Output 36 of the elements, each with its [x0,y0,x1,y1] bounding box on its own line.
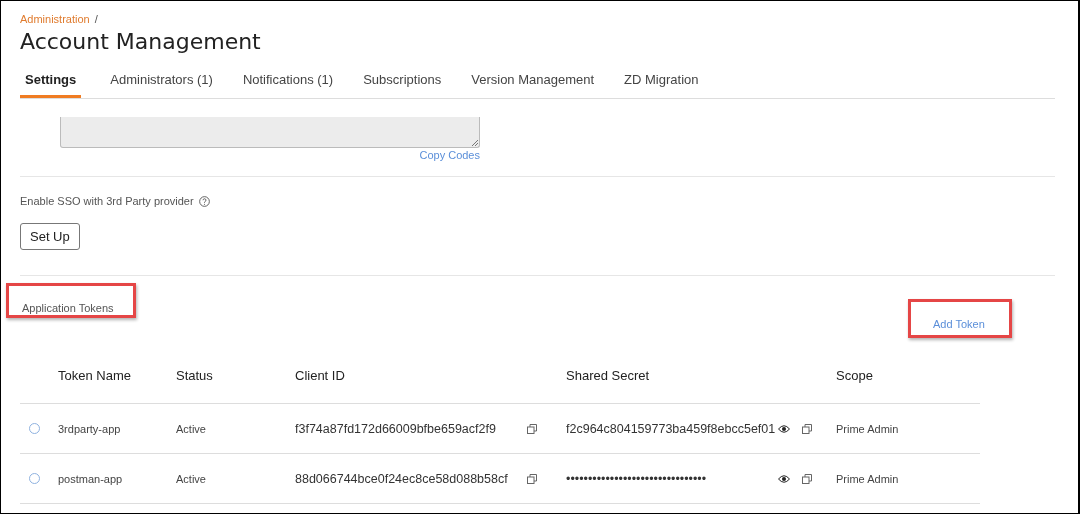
table-cell-text: 88d066744bce0f24ec8ce58d088b58cf [295,471,509,486]
tab[interactable]: Administrators (1) [109,69,214,98]
copy-icon[interactable] [527,423,537,434]
column-header: Client ID [295,368,346,383]
eye-icon[interactable] [778,474,790,483]
table-cell-text: Prime Admin [836,472,900,485]
copy-icon[interactable] [527,473,537,484]
column-header: Status [176,368,214,383]
tab[interactable]: Settings [20,69,82,98]
table-cell-text: postman-app [58,472,124,485]
table-cell-text: •••••••••••••••••••••••••••••••• [566,471,708,486]
column-header: Scope [836,368,874,383]
table-cell-text: Active [176,422,207,435]
column-header: Shared Secret [566,368,651,383]
help-icon[interactable] [198,195,210,207]
sso-label: Enable SSO with 3rd Party provider [20,195,194,207]
tab[interactable]: ZD Migration [623,69,700,98]
copy-icon[interactable] [802,423,812,434]
eye-icon[interactable] [778,424,790,433]
table-cell-text: f2c964c804159773ba459f8ebcc5ef01 [566,421,777,436]
breadcrumb-separator: / [94,13,98,27]
add-token-link[interactable]: Add Token [933,318,985,330]
table-cell-text: Active [176,472,207,485]
tab[interactable]: Subscriptions [362,69,443,98]
copy-icon[interactable] [802,473,812,484]
tab[interactable]: Version Management [470,69,596,98]
table-cell-text: f3f74a87fd172d66009bfbe659acf2f9 [295,421,497,436]
resize-grip-icon [471,139,478,146]
table-cell-text: 3rdparty-app [58,422,122,435]
page-title: Account Management [20,29,262,56]
table-cell-text: Prime Admin [836,422,900,435]
tab[interactable]: Notifications (1) [241,69,335,98]
column-header: Token Name [58,368,132,383]
section-title: Application Tokens [22,302,114,314]
set-up-button[interactable]: Set Up [20,223,80,250]
copy-codes-link[interactable]: Copy Codes [419,149,480,161]
